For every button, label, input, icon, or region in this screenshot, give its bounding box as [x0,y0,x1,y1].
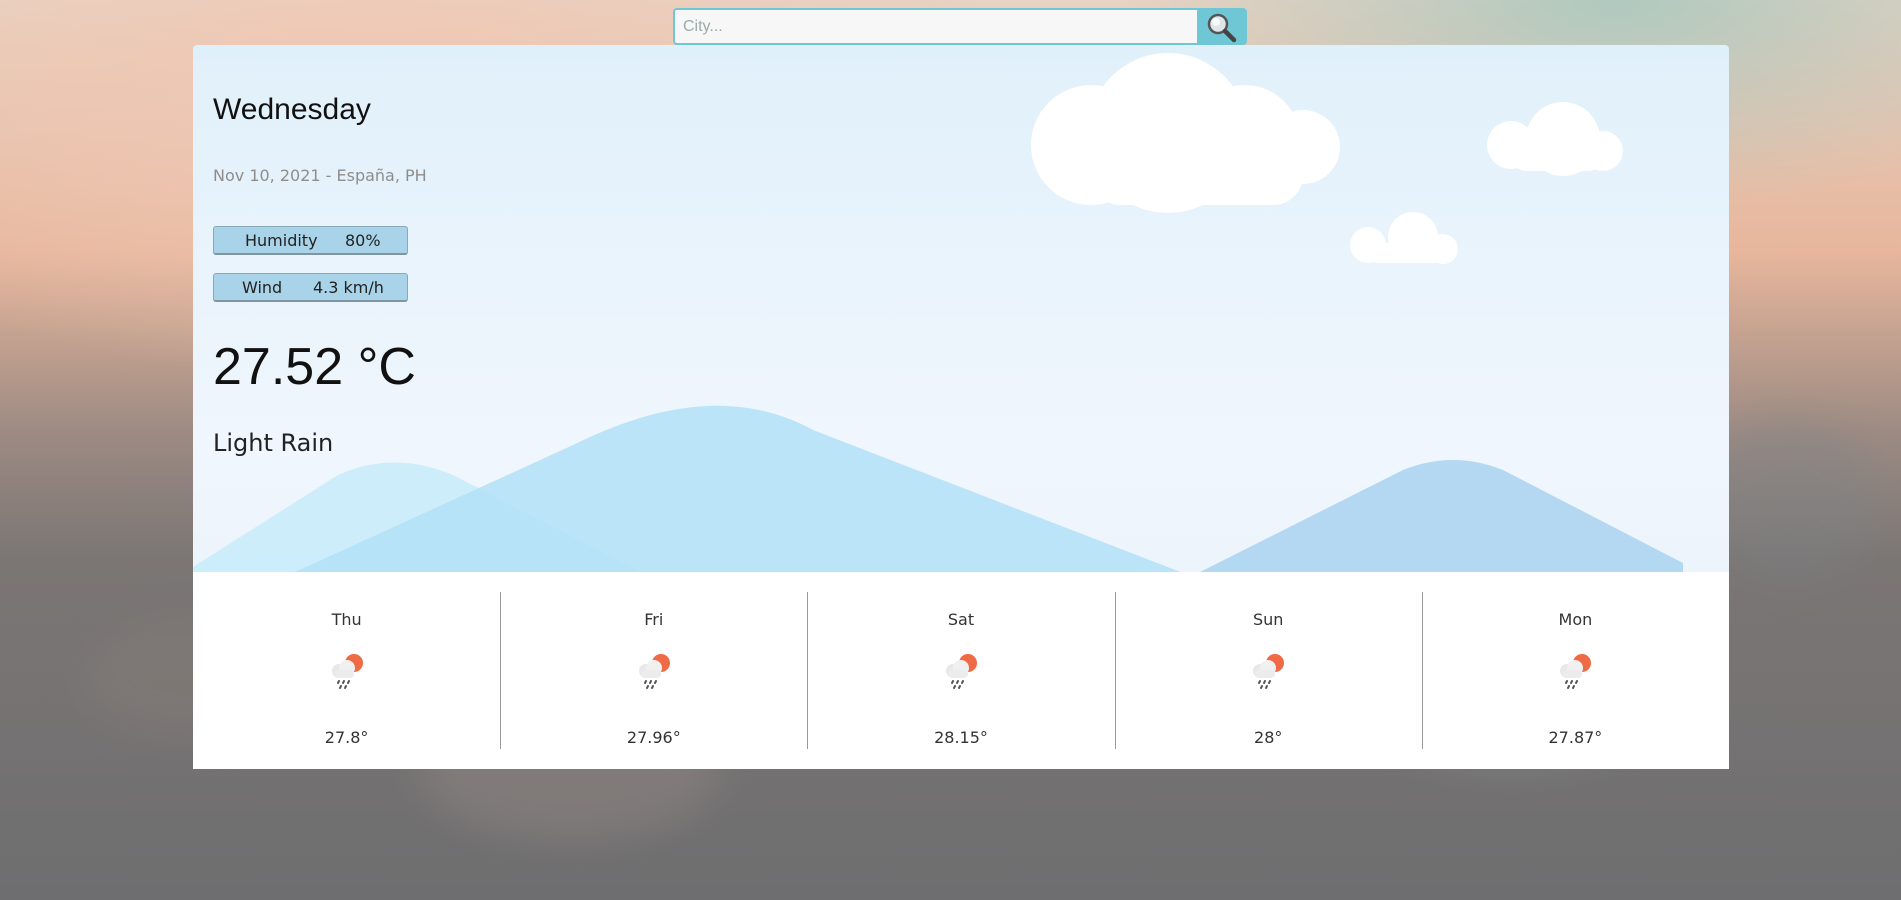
forecast-temperature: 27.8° [324,728,369,747]
cloud-large [1031,53,1340,213]
rain-sun-icon [946,654,977,689]
rain-sun-icon [1560,654,1592,689]
humidity-badge: Humidity 80% [213,226,408,255]
forecast-day-name: Mon [1558,610,1593,629]
humidity-value: 80% [345,230,381,250]
wind-label: Wind [242,277,283,297]
forecast-day: Sat 28.15° [807,572,1114,769]
magnifier-icon [1207,13,1237,42]
search-button[interactable] [1197,10,1245,43]
weather-description: Light Rain [213,429,334,457]
rain-sun-icon [638,654,670,689]
forecast-day-name: Sun [1252,610,1284,629]
weather-scene-illustration [193,53,1683,573]
wind-value: 4.3 km/h [313,277,384,297]
forecast-day-name: Fri [644,610,664,629]
forecast-temperature: 28° [1254,728,1283,747]
rain-sun-icon [331,654,363,689]
forecast-strip: Thu 27.8° Fri 27.96° Sat 28.15° Sun 28° … [193,572,1729,769]
forecast-temperature: 28.15° [934,728,988,747]
forecast-day-name: Sat [947,610,975,629]
city-search-input[interactable] [675,10,1197,43]
forecast-day-name: Thu [331,610,362,629]
current-weather-card: Wednesday Nov 10, 2021 - España, PH Humi… [193,45,1729,629]
forecast-day: Mon 27.87° [1421,572,1729,769]
cloud-tiny [1350,212,1458,264]
cloud-small-right [1487,102,1623,176]
forecast-day: Fri 27.96° [500,572,807,769]
forecast-temperature: 27.96° [626,728,681,747]
search-bar [673,8,1247,45]
rain-sun-icon [1253,654,1285,689]
forecast-temperature: 27.87° [1548,728,1603,747]
date-location: Nov 10, 2021 - España, PH [213,166,427,185]
forecast-day: Thu 27.8° [193,572,500,769]
forecast-day: Sun 28° [1114,572,1422,769]
mountain-right [1198,460,1683,573]
current-day: Wednesday [213,93,371,126]
wind-badge: Wind 4.3 km/h [213,273,408,302]
humidity-label: Humidity [245,230,318,250]
current-temperature: 27.52 °C [213,338,416,396]
